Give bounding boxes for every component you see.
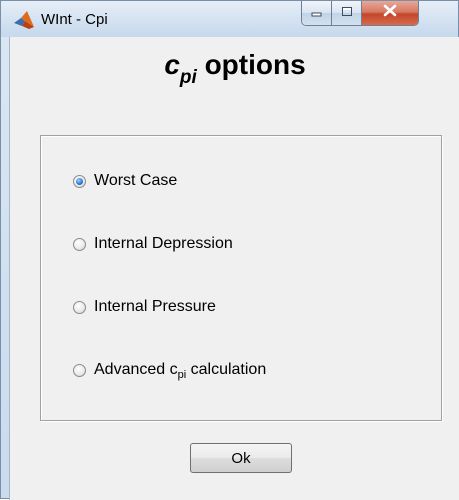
option-label: Advanced cpi calculation <box>94 361 267 381</box>
minimize-button[interactable] <box>302 1 332 25</box>
ok-button[interactable]: Ok <box>190 443 292 473</box>
close-button[interactable] <box>362 1 418 25</box>
option-label: Internal Depression <box>94 235 233 252</box>
dialog-heading: cpi options <box>10 49 459 99</box>
maximize-button[interactable] <box>332 1 362 25</box>
heading-variable: c <box>164 49 180 80</box>
window-controls <box>301 1 419 26</box>
heading-subscript: pi <box>179 67 197 88</box>
option-internal-depression[interactable]: Internal Depression <box>73 233 233 255</box>
radio-button-checked[interactable] <box>73 174 86 188</box>
option-advanced-cpi-calculation[interactable]: Advanced cpi calculation <box>73 359 266 381</box>
radio-button[interactable] <box>73 300 86 314</box>
close-icon <box>383 4 397 22</box>
matlab-logo-icon <box>13 9 35 31</box>
heading-text: options <box>196 49 306 80</box>
minimize-icon <box>311 4 323 22</box>
options-panel: Worst Case Internal Depression Internal … <box>40 135 442 421</box>
radio-button[interactable] <box>73 363 86 377</box>
option-label-suffix: calculation <box>186 361 267 378</box>
title-bar[interactable]: WInt - Cpi <box>1 1 458 37</box>
option-label: Worst Case <box>94 172 178 189</box>
option-label-prefix: Advanced c <box>94 361 178 378</box>
dialog-client-area: cpi options Worst Case Internal Depressi… <box>9 37 459 500</box>
option-label: Internal Pressure <box>94 298 216 315</box>
option-worst-case[interactable]: Worst Case <box>73 170 177 192</box>
option-internal-pressure[interactable]: Internal Pressure <box>73 296 216 318</box>
radio-button[interactable] <box>73 237 86 251</box>
option-label-subscript: pi <box>177 369 187 381</box>
maximize-icon <box>341 4 353 22</box>
app-window: WInt - Cpi cpi options Worst Case Intern… <box>0 0 459 500</box>
window-title: WInt - Cpi <box>41 11 108 28</box>
